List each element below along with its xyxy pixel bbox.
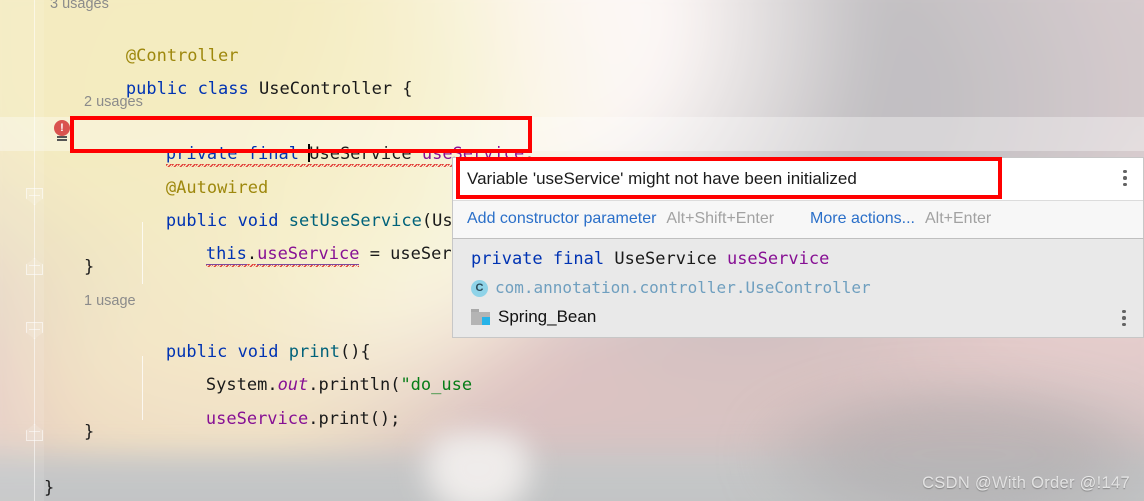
- usage-hint[interactable]: 3 usages: [50, 0, 109, 12]
- method-print: print: [318, 409, 370, 429]
- code-line-setter-close: }: [84, 257, 95, 277]
- inspection-message: Variable 'useService' might not have bee…: [453, 158, 1143, 200]
- type-useservice: UseService: [614, 249, 717, 269]
- code-line-class-close: }: [44, 478, 55, 498]
- field-useservice: useService: [257, 244, 360, 265]
- more-actions-action[interactable]: More actions...: [810, 210, 915, 228]
- class-icon: [471, 279, 488, 297]
- doc-module-name: Spring_Bean: [498, 307, 597, 326]
- usage-hint[interactable]: 2 usages: [84, 94, 143, 110]
- code-line-class-declaration: public class UseController {: [125, 79, 413, 99]
- doc-qualified-name-row[interactable]: com.annotation.controller.UseController: [453, 277, 1143, 305]
- doc-module-row[interactable]: Spring_Bean: [453, 305, 1143, 331]
- keyword-class: class: [197, 79, 249, 99]
- add-constructor-parameter-action[interactable]: Add constructor parameter: [467, 210, 656, 228]
- more-options-icon[interactable]: [1115, 307, 1133, 329]
- module-folder-icon: [471, 309, 490, 325]
- type-usecontroller: UseController: [259, 79, 393, 99]
- doc-qualified-name: com.annotation.controller.UseController: [495, 278, 871, 297]
- code-line-print-close: }: [84, 422, 95, 442]
- documentation-panel: private final UseService useService com.…: [452, 238, 1144, 338]
- more-options-icon[interactable]: [1116, 167, 1134, 189]
- type-useservice: UseService: [309, 144, 412, 164]
- code-line-print-call: useService.print();: [205, 409, 401, 429]
- field-useservice: useService: [726, 249, 830, 269]
- add-constructor-parameter-shortcut: Alt+Shift+Enter: [666, 209, 775, 227]
- keyword-this: this: [205, 244, 247, 265]
- inspection-actions: Add constructor parameter Alt+Shift+Ente…: [453, 200, 1143, 236]
- watermark: CSDN @With Order @!147: [922, 474, 1130, 492]
- keyword-private: private: [471, 249, 543, 269]
- doc-signature: private final UseService useService: [453, 248, 1143, 277]
- field-useservice: useService: [205, 409, 309, 429]
- more-actions-shortcut: Alt+Enter: [924, 209, 992, 227]
- screenshot-root: 3 usages @Controller public class UseCon…: [0, 0, 1144, 501]
- usage-hint[interactable]: 1 usage: [84, 293, 136, 309]
- inspection-popup-header: Variable 'useService' might not have bee…: [452, 157, 1144, 238]
- code-line-setter-body: this.useService = useService: [124, 224, 493, 284]
- string-literal: "do_use: [400, 375, 473, 395]
- inspection-popup[interactable]: Variable 'useService' might not have bee…: [452, 157, 1144, 338]
- keyword-final: final: [552, 249, 605, 269]
